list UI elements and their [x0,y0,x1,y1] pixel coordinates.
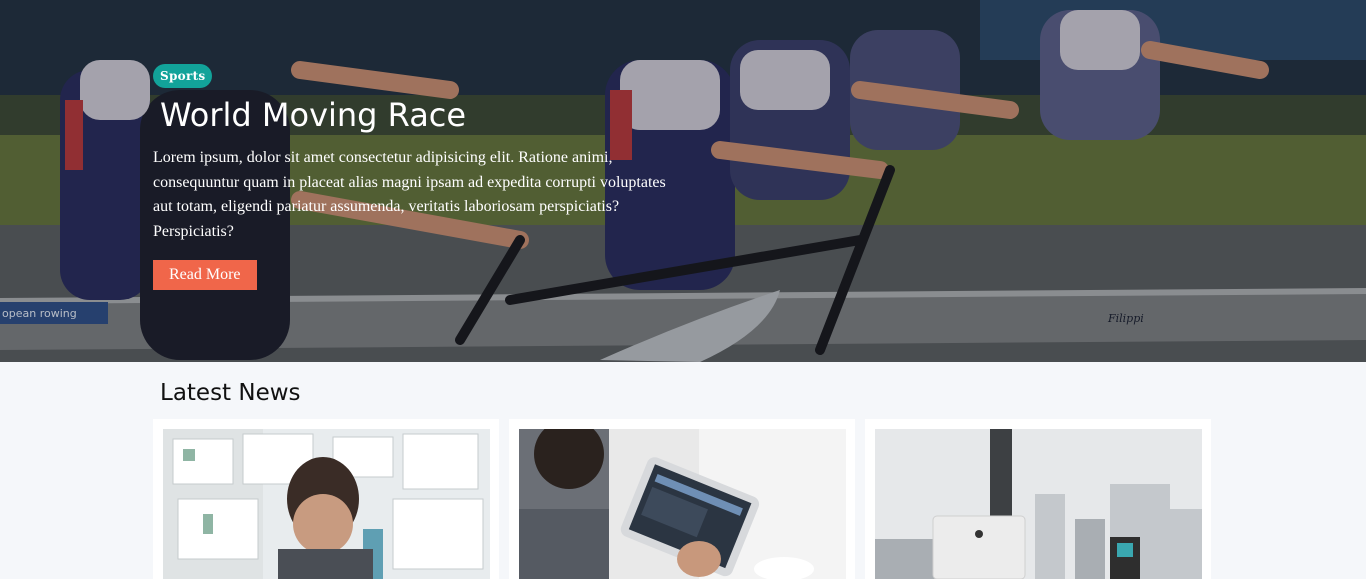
news-card[interactable] [153,419,499,579]
hero-title: World Moving Race [160,96,467,134]
tablet-reading-image[interactable] [519,429,846,579]
latest-news-heading: Latest News [160,380,301,406]
news-card[interactable] [865,419,1211,579]
office-desk-image[interactable] [875,429,1202,579]
hero-description: Lorem ipsum, dolor sit amet consectetur … [153,149,666,240]
hero-content: Sports World Moving Race Lorem ipsum, do… [153,64,713,291]
planning-board-image[interactable] [163,429,490,579]
news-card-list [153,419,1213,579]
read-more-button[interactable]: Read More [153,260,257,291]
news-card[interactable] [509,419,855,579]
hero-banner: opean rowing Filippi Sports World Moving… [0,0,1366,362]
category-badge[interactable]: Sports [153,64,213,88]
